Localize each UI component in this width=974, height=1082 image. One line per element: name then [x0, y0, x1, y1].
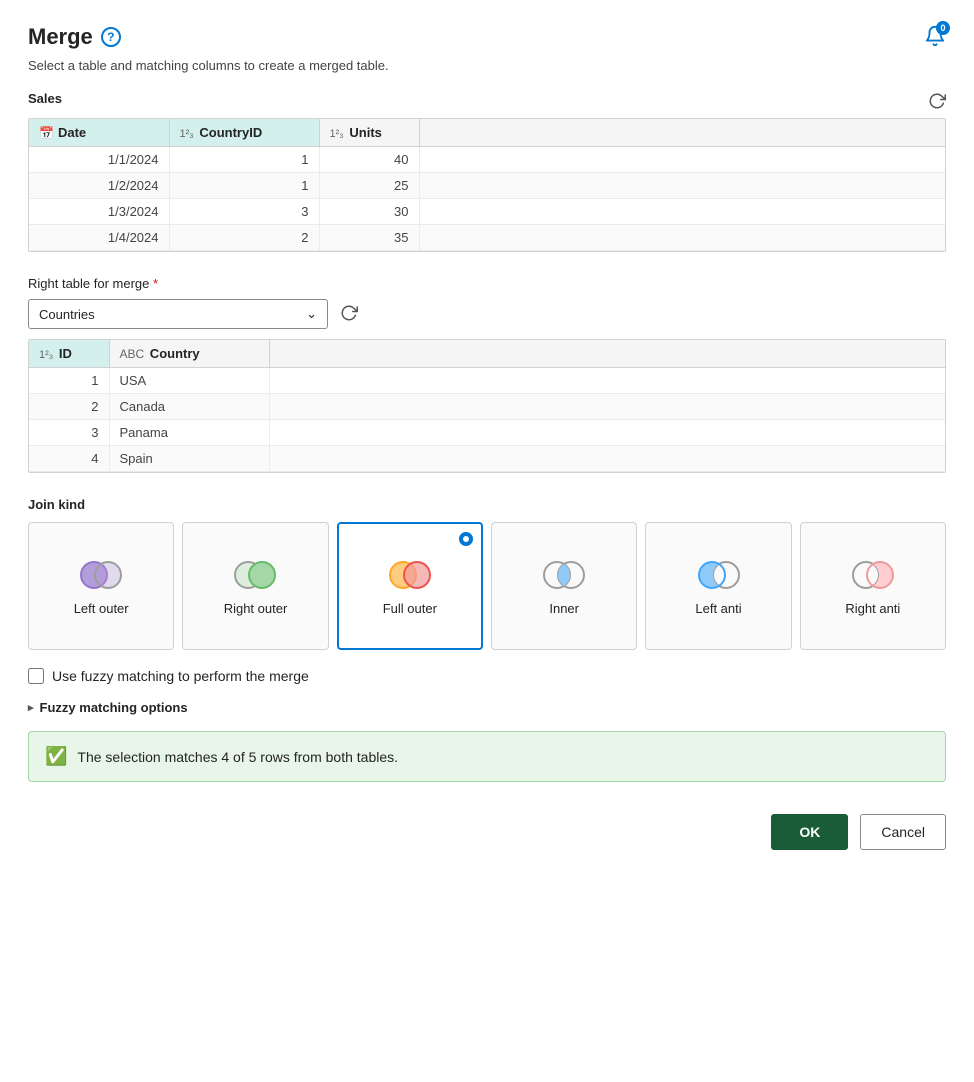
- ok-button[interactable]: OK: [771, 814, 848, 850]
- cell-empty: [419, 147, 945, 173]
- table-row: 1/4/2024 2 35: [29, 225, 945, 251]
- fuzzy-label: Use fuzzy matching to perform the merge: [52, 668, 309, 684]
- cell-id: 2: [29, 394, 109, 420]
- join-card-label: Left outer: [74, 601, 129, 616]
- fuzzy-chevron-icon: ▸: [28, 701, 34, 714]
- cell-countryid: 3: [169, 199, 319, 225]
- table-row: 3 Panama: [29, 420, 945, 446]
- join-options: Left outer Right outer Full outer Inner Left…: [28, 522, 946, 650]
- cell-date: 1/1/2024: [29, 147, 169, 173]
- cell-id: 3: [29, 420, 109, 446]
- cell-empty: [419, 173, 945, 199]
- cell-date: 1/3/2024: [29, 199, 169, 225]
- cell-empty: [419, 225, 945, 251]
- right-table-label: Right table for merge *: [28, 276, 946, 291]
- cell-units: 35: [319, 225, 419, 251]
- sales-col-units[interactable]: 1²₃ Units: [319, 119, 419, 147]
- venn-diagram-icon: [74, 557, 128, 593]
- join-card-label: Left anti: [695, 601, 741, 616]
- dialog-title: Merge: [28, 24, 93, 50]
- fuzzy-options-label: Fuzzy matching options: [40, 700, 188, 715]
- cell-empty: [269, 394, 945, 420]
- dropdown-value: Countries: [39, 307, 95, 322]
- right-table-dropdown[interactable]: Countries ⌄: [28, 299, 328, 329]
- table-row: 1/1/2024 1 40: [29, 147, 945, 173]
- cell-empty: [269, 420, 945, 446]
- chevron-down-icon: ⌄: [306, 306, 317, 322]
- cell-countryid: 1: [169, 173, 319, 199]
- sales-col-date[interactable]: 📅Date: [29, 119, 169, 147]
- venn-diagram-icon: [228, 557, 282, 593]
- footer-buttons: OK Cancel: [28, 814, 946, 850]
- cell-date: 1/2/2024: [29, 173, 169, 199]
- cell-country: Panama: [109, 420, 269, 446]
- cell-units: 25: [319, 173, 419, 199]
- join-card-label: Right outer: [224, 601, 288, 616]
- sales-col-empty: [419, 119, 945, 147]
- countries-col-country[interactable]: ABC Country: [109, 340, 269, 368]
- table-row: 2 Canada: [29, 394, 945, 420]
- join-card-full-outer[interactable]: Full outer: [337, 522, 483, 650]
- notif-badge: 0: [936, 21, 950, 35]
- venn-diagram-icon: [846, 557, 900, 593]
- status-check-icon: ✅: [45, 746, 67, 767]
- join-card-left-outer[interactable]: Left outer: [28, 522, 174, 650]
- cell-empty: [269, 446, 945, 472]
- table-row: 1/2/2024 1 25: [29, 173, 945, 199]
- fuzzy-options-section[interactable]: ▸ Fuzzy matching options: [28, 700, 946, 715]
- sales-table: 📅Date 1²₃ CountryID 1²₃ Units 1/1/2024 1…: [28, 118, 946, 252]
- status-bar: ✅ The selection matches 4 of 5 rows from…: [28, 731, 946, 782]
- cell-units: 30: [319, 199, 419, 225]
- venn-diagram-icon: [383, 557, 437, 593]
- selected-indicator: [459, 532, 473, 546]
- countries-table: 1²₃ ID ABC Country 1 USA 2 Canada 3 Pana…: [28, 339, 946, 473]
- cell-country: Canada: [109, 394, 269, 420]
- join-card-label: Right anti: [845, 601, 900, 616]
- cell-empty: [419, 199, 945, 225]
- sales-table-label: Sales: [28, 91, 62, 106]
- join-card-left-anti[interactable]: Left anti: [645, 522, 791, 650]
- join-kind-label: Join kind: [28, 497, 946, 512]
- cell-country: Spain: [109, 446, 269, 472]
- cell-id: 1: [29, 368, 109, 394]
- right-table-refresh-button[interactable]: [340, 304, 358, 325]
- countries-col-id[interactable]: 1²₃ ID: [29, 340, 109, 368]
- table-row: 1 USA: [29, 368, 945, 394]
- sales-col-countryid[interactable]: 1²₃ CountryID: [169, 119, 319, 147]
- cell-units: 40: [319, 147, 419, 173]
- join-card-right-outer[interactable]: Right outer: [182, 522, 328, 650]
- cell-countryid: 1: [169, 147, 319, 173]
- join-card-right-anti[interactable]: Right anti: [800, 522, 946, 650]
- cell-id: 4: [29, 446, 109, 472]
- countries-col-empty: [269, 340, 945, 368]
- table-row: 1/3/2024 3 30: [29, 199, 945, 225]
- cell-country: USA: [109, 368, 269, 394]
- subtitle: Select a table and matching columns to c…: [28, 58, 946, 73]
- cell-countryid: 2: [169, 225, 319, 251]
- venn-diagram-icon: [692, 557, 746, 593]
- fuzzy-checkbox[interactable]: [28, 668, 44, 684]
- join-card-label: Inner: [549, 601, 579, 616]
- join-card-inner[interactable]: Inner: [491, 522, 637, 650]
- table-row: 4 Spain: [29, 446, 945, 472]
- notification-icon[interactable]: 0: [924, 25, 946, 50]
- venn-diagram-icon: [537, 557, 591, 593]
- join-card-label: Full outer: [383, 601, 437, 616]
- cell-empty: [269, 368, 945, 394]
- sales-refresh-button[interactable]: [928, 92, 946, 113]
- fuzzy-matching-row[interactable]: Use fuzzy matching to perform the merge: [28, 668, 946, 684]
- help-icon[interactable]: ?: [101, 27, 121, 47]
- cell-date: 1/4/2024: [29, 225, 169, 251]
- cancel-button[interactable]: Cancel: [860, 814, 946, 850]
- status-message: The selection matches 4 of 5 rows from b…: [77, 749, 398, 765]
